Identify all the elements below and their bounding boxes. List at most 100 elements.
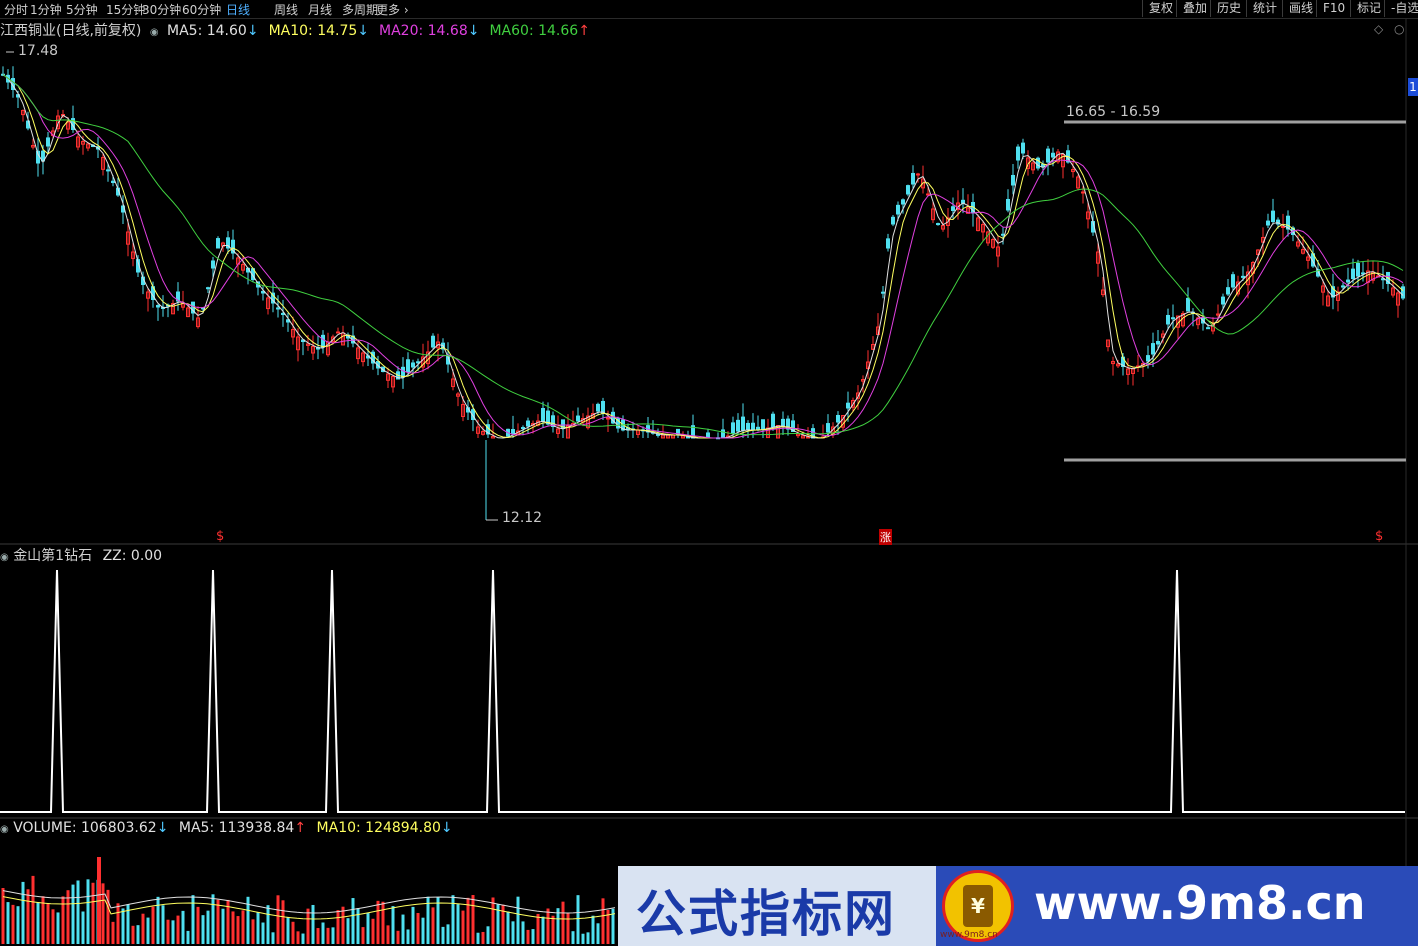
candle-body xyxy=(736,419,740,432)
volume-bar xyxy=(336,910,340,944)
volume-bar xyxy=(31,875,35,944)
volume-bar xyxy=(16,906,20,944)
ma5-line xyxy=(2,74,1404,439)
logo-emblem-icon: ¥ xyxy=(963,885,993,927)
candle-body xyxy=(321,334,325,348)
volume-bar xyxy=(451,895,455,944)
candle-body xyxy=(156,304,160,308)
volume-bar xyxy=(461,910,465,944)
candle-body xyxy=(431,335,435,348)
chart-canvas[interactable] xyxy=(0,0,1418,946)
candle-body xyxy=(276,307,280,310)
candle-body xyxy=(1011,174,1015,186)
volume-bar xyxy=(166,919,170,944)
volume-bar xyxy=(566,913,570,944)
volume-bar xyxy=(591,915,595,944)
volume-bar xyxy=(301,933,305,944)
volume-bar xyxy=(481,931,485,944)
volume-bar xyxy=(221,908,225,944)
volume-bar xyxy=(206,910,210,944)
signal-marker-1[interactable]: $ xyxy=(216,529,224,544)
volume-bar xyxy=(596,923,600,944)
volume-bar xyxy=(161,905,165,944)
volume-bar xyxy=(286,917,290,944)
volume-bar xyxy=(601,898,605,944)
signal-marker-2[interactable]: $ xyxy=(1375,529,1383,544)
candle-body xyxy=(1151,343,1155,355)
volume-bar xyxy=(361,927,365,944)
candle-body xyxy=(401,366,405,378)
candle-body xyxy=(1266,220,1270,226)
volume-bar xyxy=(271,932,275,944)
ma10-line xyxy=(2,74,1404,439)
volume-bar xyxy=(81,911,85,944)
volume-bar xyxy=(526,929,530,944)
candle-body xyxy=(1281,226,1285,228)
candle-body xyxy=(906,185,910,195)
candle-body xyxy=(926,193,930,196)
volume-bar xyxy=(411,906,415,944)
volume-bar xyxy=(236,916,240,944)
high-price-label: 17.48 xyxy=(18,43,59,59)
range-label: 16.65 - 16.59 xyxy=(1066,104,1161,120)
candle-body xyxy=(826,423,830,433)
volume-bar xyxy=(21,881,25,944)
volume-bar xyxy=(371,918,375,944)
volume-bar xyxy=(51,909,55,944)
volume-bar xyxy=(531,929,535,944)
volume-bar xyxy=(121,908,125,944)
volume-bar xyxy=(176,915,180,944)
volume-bar xyxy=(11,904,15,944)
volume-bar xyxy=(516,896,520,944)
volume-bar xyxy=(196,906,200,944)
watermark-left-text: 公式指标网 xyxy=(636,885,896,943)
volume-bar xyxy=(561,901,565,944)
candle-body xyxy=(601,400,605,414)
volume-bar xyxy=(401,914,405,944)
volume-bar xyxy=(146,917,150,944)
candle-body xyxy=(721,429,725,439)
volume-bar xyxy=(56,912,60,944)
volume-bar xyxy=(396,930,400,944)
volume-bar xyxy=(546,908,550,944)
volume-bar xyxy=(366,913,370,944)
volume-bar xyxy=(76,880,80,944)
volume-bar xyxy=(291,921,295,944)
volume-bar xyxy=(36,902,40,944)
candle-body xyxy=(1156,340,1160,345)
volume-bar xyxy=(571,931,575,944)
volume-bar xyxy=(256,912,260,944)
volume-bar xyxy=(101,883,105,944)
candle-body xyxy=(1171,317,1175,320)
volume-bar xyxy=(186,930,190,944)
candle-body xyxy=(411,362,415,368)
candle-body xyxy=(1401,286,1405,299)
low-price-label: 12.12 xyxy=(502,510,543,526)
volume-bar xyxy=(111,921,115,944)
candle-body xyxy=(1231,274,1235,288)
candle-body xyxy=(1146,355,1150,362)
volume-bar xyxy=(211,894,215,944)
candle-body xyxy=(911,172,915,185)
volume-bar xyxy=(556,908,560,944)
volume-bar xyxy=(351,898,355,944)
volume-bar xyxy=(251,919,255,944)
candle-body xyxy=(1241,275,1245,278)
candle-body xyxy=(46,137,50,147)
volume-bar xyxy=(536,913,540,944)
signal-marker-zhang[interactable]: 涨 xyxy=(879,529,892,545)
candle-body xyxy=(406,359,410,373)
candle-body xyxy=(891,216,895,225)
volume-bar xyxy=(456,904,460,944)
candle-body xyxy=(336,331,340,334)
candle-body xyxy=(881,291,885,294)
volume-bar xyxy=(191,895,195,944)
volume-bar xyxy=(201,915,205,944)
volume-bar xyxy=(441,926,445,944)
candle-body xyxy=(901,199,905,205)
candle-body xyxy=(1001,233,1005,236)
volume-bar xyxy=(416,913,420,944)
volume-bar xyxy=(266,905,270,944)
volume-bar xyxy=(421,917,425,944)
candle-body xyxy=(511,429,515,435)
